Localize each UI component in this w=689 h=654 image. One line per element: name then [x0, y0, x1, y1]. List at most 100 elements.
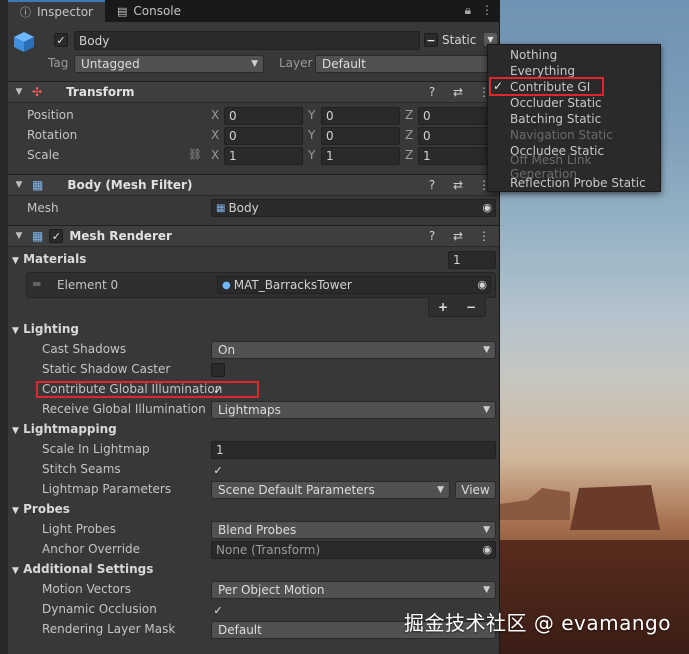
watermark-text: 掘金技术社区 @ evamango — [404, 611, 671, 635]
mesh-renderer-header[interactable]: ▼ ▦ ✓ Mesh Renderer ? ⇄ ⋮ — [8, 225, 499, 247]
static-menu-item[interactable]: Batching Static — [488, 111, 660, 127]
tab-inspector-label: Inspector — [37, 5, 93, 19]
additional-settings-label: Additional Settings — [23, 562, 154, 576]
lock-icon[interactable]: 🔒︎ — [465, 3, 471, 18]
remove-element-button[interactable]: − — [466, 300, 476, 314]
scale-label: Scale — [27, 148, 60, 162]
tab-inspector[interactable]: ⓘ Inspector — [8, 0, 105, 22]
tab-console[interactable]: ▤ Console — [105, 0, 193, 22]
static-flags-menu: Nothing Everything ✓ Contribute GI Occluder … — [487, 44, 661, 192]
rotation-x-field[interactable]: 0 — [224, 127, 303, 145]
scale-y-field[interactable]: 1 — [321, 147, 400, 165]
mesh-object-field[interactable]: ▦ Body ◉ — [211, 199, 496, 217]
presets-icon[interactable]: ⇄ — [451, 85, 465, 99]
cast-shadows-dropdown[interactable]: On ▼ — [211, 341, 496, 359]
constrain-proportions-icon[interactable]: ⛓ — [188, 148, 202, 161]
highlight-box — [36, 381, 259, 398]
help-icon[interactable]: ? — [425, 229, 439, 243]
materials-list: ═ Element 0 ● MAT_BarracksTower ◉ — [26, 272, 496, 298]
lightmap-parameters-dropdown[interactable]: Scene Default Parameters ▼ — [211, 481, 450, 499]
layer-dropdown[interactable]: Default — [315, 55, 495, 73]
position-z-field[interactable]: 0 — [418, 107, 496, 125]
inspector-panel: ⓘ Inspector ▤ Console 🔒︎ ⋮ ✓ Body − Stat… — [8, 0, 500, 654]
active-checkbox[interactable]: ✓ — [54, 33, 68, 47]
static-shadow-caster-checkbox[interactable] — [211, 363, 225, 377]
static-shadow-caster-label: Static Shadow Caster — [42, 362, 171, 376]
motion-vectors-dropdown[interactable]: Per Object Motion ▼ — [211, 581, 496, 599]
anchor-override-field[interactable]: None (Transform) ◉ — [211, 541, 496, 559]
object-name-field[interactable]: Body — [74, 31, 420, 50]
scale-z-field[interactable]: 1 — [418, 147, 496, 165]
rotation-y-field[interactable]: 0 — [321, 127, 400, 145]
tag-dropdown[interactable]: Untagged ▼ — [74, 55, 264, 73]
presets-icon[interactable]: ⇄ — [451, 229, 465, 243]
object-picker-icon[interactable]: ◉ — [477, 278, 487, 291]
light-probes-dropdown[interactable]: Blend Probes ▼ — [211, 521, 496, 539]
mesh-filter-header[interactable]: ▼ ▦ Body (Mesh Filter) ? ⇄ ⋮ — [8, 174, 499, 196]
scale-in-lightmap-field[interactable]: 1 — [211, 441, 496, 459]
lightmapping-foldout[interactable]: ▼ Lightmapping — [12, 422, 117, 436]
gameobject-cube-icon — [12, 30, 36, 54]
probes-foldout[interactable]: ▼ Probes — [12, 502, 70, 516]
scale-z-label: Z — [405, 148, 414, 162]
object-picker-icon[interactable]: ◉ — [482, 543, 492, 556]
dynamic-occlusion-checkbox[interactable]: ✓ — [211, 603, 225, 617]
mesh-filter-title: Body (Mesh Filter) — [67, 178, 193, 192]
drag-handle-icon[interactable]: ═ — [33, 277, 40, 291]
stitch-seams-checkbox[interactable]: ✓ — [211, 463, 225, 477]
anchor-override-value: None (Transform) — [216, 543, 321, 557]
rotation-y-label: Y — [308, 128, 316, 142]
element-0-label: Element 0 — [57, 278, 119, 292]
static-menu-item[interactable]: Occluder Static — [488, 95, 660, 111]
chevron-down-icon: ▼ — [483, 345, 490, 355]
mesa-rock — [500, 488, 570, 520]
help-icon[interactable]: ? — [425, 85, 439, 99]
rotation-z-field[interactable]: 0 — [418, 127, 496, 145]
chevron-down-icon: ▼ — [483, 525, 490, 535]
static-menu-item[interactable]: Reflection Probe Static — [488, 175, 660, 191]
static-menu-item-label: Batching Static — [510, 112, 602, 126]
static-checkbox[interactable]: − — [424, 33, 438, 47]
scale-y-value: 1 — [326, 149, 334, 163]
cast-shadows-value: On — [218, 343, 236, 357]
lighting-foldout[interactable]: ▼ Lighting — [12, 322, 79, 336]
chevron-down-icon: ▼ — [251, 59, 258, 69]
probes-label: Probes — [23, 502, 70, 516]
materials-count-field[interactable]: 1 — [448, 251, 496, 269]
more-options-icon[interactable]: ⋮ — [477, 229, 491, 243]
mesh-renderer-enabled-checkbox[interactable]: ✓ — [49, 229, 64, 243]
position-x-value: 0 — [229, 109, 237, 123]
static-menu-item: Off Mesh Link Generation — [488, 153, 660, 181]
light-probes-label: Light Probes — [42, 522, 117, 536]
additional-settings-foldout[interactable]: ▼ Additional Settings — [12, 562, 153, 576]
view-button[interactable]: View — [455, 481, 496, 499]
static-menu-item[interactable]: Nothing — [488, 47, 660, 63]
chevron-down-icon: ▼ — [437, 485, 444, 495]
rendering-layer-mask-label: Rendering Layer Mask — [42, 622, 176, 636]
lightmapping-label: Lightmapping — [23, 422, 117, 436]
transform-header[interactable]: ▼ ✣ Transform ? ⇄ ⋮ — [8, 81, 499, 103]
tag-value: Untagged — [81, 57, 140, 71]
position-z-label: Z — [405, 108, 414, 122]
scale-in-lightmap-label: Scale In Lightmap — [42, 442, 150, 456]
help-icon[interactable]: ? — [425, 178, 439, 192]
add-element-button[interactable]: + — [438, 300, 448, 314]
scale-in-lightmap-value: 1 — [216, 443, 224, 457]
layer-value: Default — [322, 57, 366, 71]
object-picker-icon[interactable]: ◉ — [482, 201, 492, 214]
material-value: MAT_BarracksTower — [233, 278, 352, 292]
scale-x-field[interactable]: 1 — [224, 147, 303, 165]
more-options-icon[interactable]: ⋮ — [481, 3, 493, 18]
materials-foldout[interactable]: ▼ Materials — [12, 252, 86, 266]
layer-label: Layer — [279, 56, 313, 70]
anchor-override-label: Anchor Override — [42, 542, 141, 556]
position-y-field[interactable]: 0 — [321, 107, 400, 125]
stitch-seams-label: Stitch Seams — [42, 462, 121, 476]
transform-title: Transform — [66, 85, 135, 99]
material-object-field[interactable]: ● MAT_BarracksTower ◉ — [217, 276, 491, 294]
dynamic-occlusion-label: Dynamic Occlusion — [42, 602, 157, 616]
position-x-field[interactable]: 0 — [224, 107, 303, 125]
presets-icon[interactable]: ⇄ — [451, 178, 465, 192]
mesh-renderer-icon: ▦ — [32, 229, 44, 243]
receive-gi-dropdown[interactable]: Lightmaps ▼ — [211, 401, 496, 419]
